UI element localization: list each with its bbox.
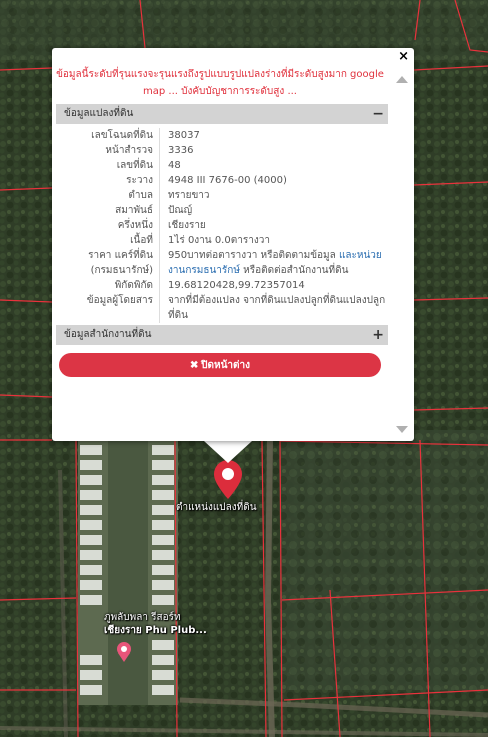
price-label: ราคา แคร์ที่ดิน (กรมธนารักษ์) xyxy=(56,248,160,278)
coordinate-link[interactable]: 19.68120428,99.72357014 xyxy=(160,278,388,293)
owner-row: ข้อมูลผู้โดยสาร จากที่มีต้องแปลง จากที่ดิ… xyxy=(56,293,388,323)
info-label: ตำบล xyxy=(56,188,160,203)
info-value: เชียงราย xyxy=(168,220,206,231)
price-row: ราคา แคร์ที่ดิน (กรมธนารักษ์) 950บาทต่อตา… xyxy=(56,248,388,278)
place-label[interactable]: ภูพลับพลา รีสอร์ท เชียงราย Phu Plub... xyxy=(104,611,207,637)
pin-label: ตำแหน่งแปลงที่ดิน xyxy=(176,502,257,513)
popup-content: ข้อมูลนี้ระดับที่รุนแรงจะรุนแรงถึงรูปแบบ… xyxy=(52,60,388,441)
expand-icon[interactable]: + xyxy=(372,325,384,345)
close-window-button[interactable]: ✖ ปิดหน้าต่าง xyxy=(59,353,381,377)
info-label: หน้าสำรวจ xyxy=(56,143,160,158)
popup-pointer xyxy=(204,441,252,463)
section-header-land-office[interactable]: ข้อมูลสำนักงานที่ดิน + xyxy=(56,325,388,345)
info-label: ระวาง xyxy=(56,173,160,188)
info-value: 48 xyxy=(168,160,181,171)
price-label-line2: (กรมธนารักษ์) xyxy=(90,265,153,276)
info-value: ปัณญ์ xyxy=(168,205,193,216)
collapse-icon[interactable]: − xyxy=(372,104,384,124)
scroll-down-arrow-icon[interactable] xyxy=(396,426,408,433)
close-window-icon: ✖ xyxy=(189,360,199,371)
price-label-line1: ราคา แคร์ที่ดิน xyxy=(88,250,153,261)
coordinate-label: พิกัดพิกัด xyxy=(56,278,160,293)
info-value: 1ไร่ 0งาน 0.0ตารางวา xyxy=(168,235,270,246)
section-header-parcel-info[interactable]: ข้อมูลแปลงที่ดิน − xyxy=(56,104,388,124)
info-row: เลขโฉนดที่ดิน 38037 xyxy=(56,128,388,143)
price-value: 950บาทต่อตารางวา หรือติดตามข้อมูล และหน่… xyxy=(160,248,388,278)
info-value: 3336 xyxy=(168,145,194,156)
info-value: 38037 xyxy=(168,130,200,141)
info-label: เลขที่ดิน xyxy=(56,158,160,173)
info-row: เนื้อที่ 1ไร่ 0งาน 0.0ตารางวา xyxy=(56,233,388,248)
section-title: ข้อมูลสำนักงานที่ดิน xyxy=(64,329,152,340)
parcel-info-popup: × ข้อมูลนี้ระดับที่รุนแรงจะรุนแรงถึงรูปแ… xyxy=(52,48,414,441)
info-row: สมาพันธ์ ปัณญ์ xyxy=(56,203,388,218)
info-row: ระวาง 4948 III 7676-00 (4000) xyxy=(56,173,388,188)
info-label: เลขโฉนดที่ดิน xyxy=(56,128,160,143)
scroll-up-arrow-icon[interactable] xyxy=(396,76,408,83)
info-value: 4948 III 7676-00 (4000) xyxy=(168,175,287,186)
info-row: ตำบล ทรายขาว xyxy=(56,188,388,203)
owner-label: ข้อมูลผู้โดยสาร xyxy=(56,293,160,323)
info-row: เลขที่ดิน 48 xyxy=(56,158,388,173)
popup-scrollbar[interactable] xyxy=(388,60,414,441)
info-value: ทรายขาว xyxy=(168,190,210,201)
close-window-label: ปิดหน้าต่าง xyxy=(201,360,251,371)
price-text: 950บาทต่อตารางวา หรือติดตามข้อมูล xyxy=(168,250,339,261)
price-text-tail: หรือติดต่อสำนักงานที่ดิน xyxy=(239,265,349,276)
owner-link[interactable]: จากที่มีต้องแปลง จากที่ดินแปลงปลูกที่ดิน… xyxy=(160,293,388,323)
parcel-info-table: เลขโฉนดที่ดิน 38037 หน้าสำรวจ 3336 เลขที่ด… xyxy=(56,124,388,323)
place-name-thai: ภูพลับพลา รีสอร์ท xyxy=(104,612,181,623)
info-row: ครึ่งหนึ่ง เชียงราย xyxy=(56,218,388,233)
coordinate-row: พิกัดพิกัด 19.68120428,99.72357014 xyxy=(56,278,388,293)
info-label: ครึ่งหนึ่ง xyxy=(56,218,160,233)
info-label: เนื้อที่ xyxy=(56,233,160,248)
warning-message: ข้อมูลนี้ระดับที่รุนแรงจะรุนแรงถึงรูปแบบ… xyxy=(56,69,384,97)
section-title: ข้อมูลแปลงที่ดิน xyxy=(64,108,134,119)
info-label: สมาพันธ์ xyxy=(56,203,160,218)
place-name-en: เชียงราย Phu Plub... xyxy=(104,625,207,636)
info-row: หน้าสำรวจ 3336 xyxy=(56,143,388,158)
